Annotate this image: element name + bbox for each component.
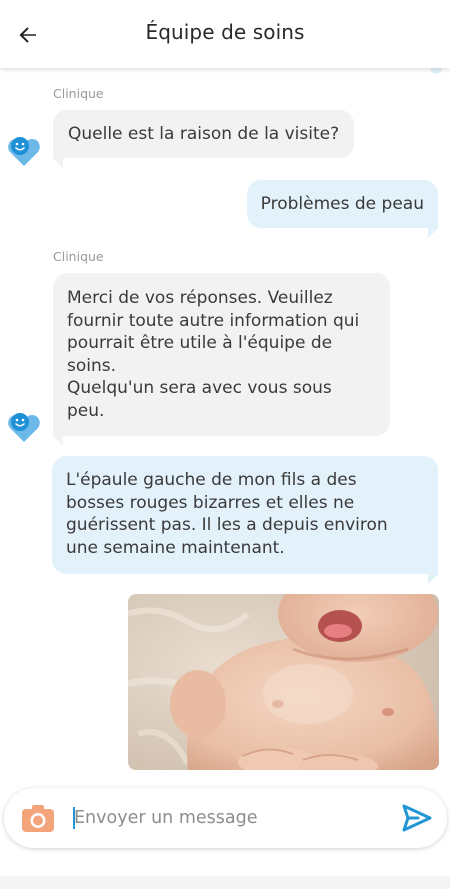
- message-line: guérissent pas. Il les a depuis environ: [66, 515, 388, 536]
- bubble-tail: [53, 158, 63, 168]
- bubble-tail: [428, 228, 438, 238]
- camera-icon[interactable]: [21, 802, 55, 834]
- outgoing-message: Problèmes de peau: [246, 180, 438, 228]
- message-line: Quelqu'un sera avec vous sous: [67, 378, 332, 399]
- bottom-bar: [0, 876, 450, 889]
- bubble-tail: [428, 574, 438, 584]
- message-line: fournir toute autre information qui: [67, 310, 360, 331]
- message-text: Problèmes de peau: [260, 194, 424, 214]
- clinic-avatar-icon: [8, 137, 40, 166]
- app-header: Équipe de soins: [0, 0, 450, 68]
- message-line: bosses rouges bizarres et elles ne: [66, 492, 355, 513]
- sender-label: Clinique: [53, 249, 104, 264]
- message-composer: [4, 788, 447, 848]
- attached-photo[interactable]: [128, 594, 439, 770]
- outgoing-message: L'épaule gauche de mon fils a des bosses…: [52, 456, 438, 574]
- page-title: Équipe de soins: [145, 20, 305, 44]
- message-line: une semaine maintenant.: [66, 537, 285, 558]
- message-text: Quelle est la raison de la visite?: [68, 124, 340, 144]
- bubble-tail: [53, 436, 63, 446]
- message-line: L'épaule gauche de mon fils a des: [66, 470, 357, 490]
- previous-message-edge: [430, 68, 442, 74]
- message-list[interactable]: Clinique Quelle est la raison de la visi…: [0, 68, 450, 790]
- sender-label: Clinique: [53, 86, 104, 101]
- message-line: pourrait être utile à l'équipe de: [67, 333, 333, 354]
- clinic-avatar-icon: [8, 413, 40, 442]
- message-line: peu.: [67, 400, 105, 421]
- send-icon[interactable]: [402, 804, 432, 832]
- message-line: soins.: [67, 355, 117, 376]
- message-line: Merci de vos réponses. Veuillez: [67, 288, 333, 308]
- baby-photo: [128, 594, 439, 770]
- incoming-message: Merci de vos réponses. Veuillez fournir …: [53, 273, 390, 436]
- message-input[interactable]: [70, 801, 394, 835]
- incoming-message: Quelle est la raison de la visite?: [53, 110, 355, 158]
